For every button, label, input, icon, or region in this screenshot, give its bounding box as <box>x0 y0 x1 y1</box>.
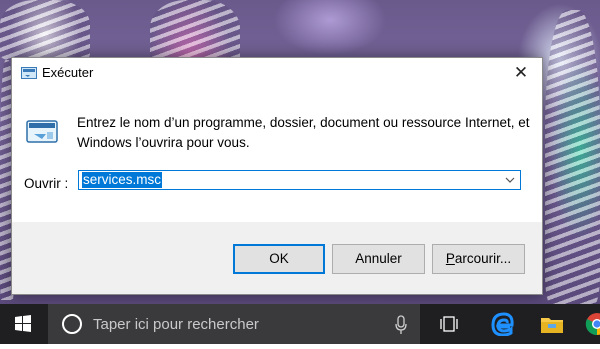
close-button[interactable]: ✕ <box>500 58 542 88</box>
open-combobox[interactable]: services.msc <box>78 170 521 190</box>
taskbar-search-box[interactable]: Taper ici pour rechercher <box>48 304 420 344</box>
dialog-title: Exécuter <box>42 65 94 80</box>
run-dialog: Exécuter ✕ Entrez le nom d’un programme,… <box>11 57 543 295</box>
dialog-titlebar[interactable]: Exécuter ✕ <box>12 58 542 88</box>
chrome-icon[interactable] <box>585 312 600 336</box>
taskbar: Taper ici pour rechercher <box>0 304 600 344</box>
task-view-icon[interactable] <box>438 314 460 334</box>
browse-accel-letter: P <box>445 251 455 266</box>
browse-label-rest: arcourir... <box>454 251 512 266</box>
chevron-down-icon[interactable] <box>504 171 516 189</box>
run-app-icon <box>21 67 37 79</box>
windows-start-icon <box>15 315 31 332</box>
browse-button[interactable]: Parcourir... <box>432 244 525 274</box>
cancel-button[interactable]: Annuler <box>332 244 425 274</box>
search-placeholder: Taper ici pour rechercher <box>93 316 259 333</box>
edge-icon[interactable] <box>490 312 514 336</box>
run-program-icon <box>26 120 58 143</box>
microphone-icon[interactable] <box>394 315 408 335</box>
dialog-description: Entrez le nom d’un programme, dossier, d… <box>77 115 530 150</box>
open-label: Ouvrir : <box>24 176 69 191</box>
file-explorer-icon[interactable] <box>540 314 564 334</box>
cortana-icon <box>62 314 82 334</box>
open-input-value[interactable]: services.msc <box>82 172 163 188</box>
start-button[interactable] <box>0 304 46 344</box>
wallpaper-tree <box>0 0 90 60</box>
ok-button[interactable]: OK <box>233 244 325 274</box>
wallpaper-tree <box>545 10 600 304</box>
